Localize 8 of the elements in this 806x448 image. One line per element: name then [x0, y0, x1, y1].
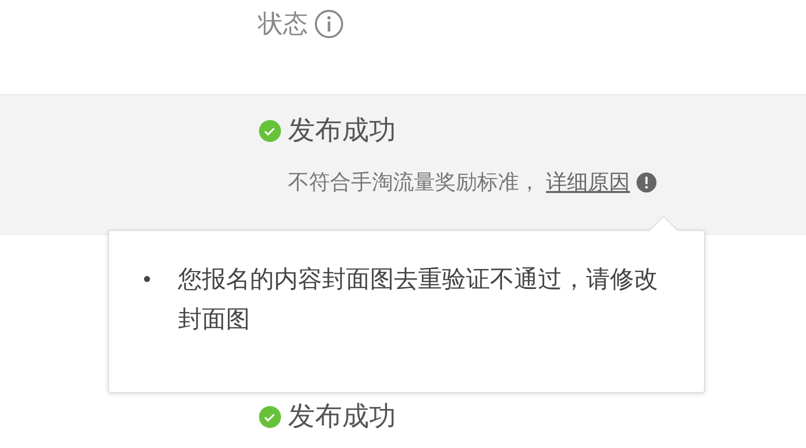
status-text: 发布成功	[288, 401, 396, 433]
details-link[interactable]: 详细原因	[546, 169, 630, 195]
status-text: 发布成功	[288, 115, 396, 147]
bullet-icon	[144, 276, 150, 282]
column-header: 状态	[258, 9, 308, 39]
tooltip-text: 您报名的内容封面图去重验证不通过，请修改封面图	[178, 264, 659, 335]
alert-icon	[636, 172, 657, 192]
status-note: 不符合手淘流量奖励标准，	[288, 169, 540, 195]
